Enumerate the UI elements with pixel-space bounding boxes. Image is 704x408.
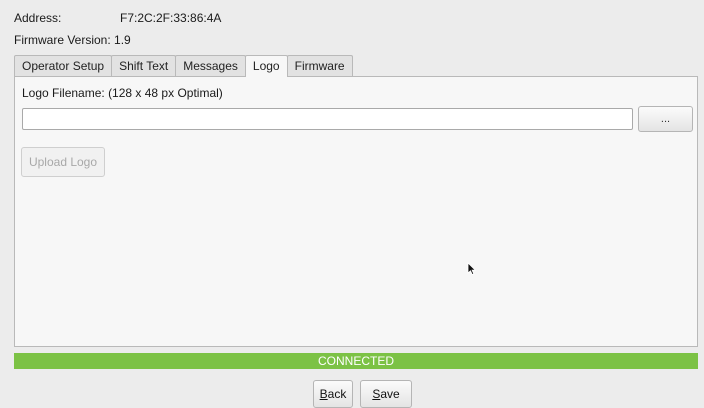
firmware-version-label: Firmware Version: <box>14 33 111 47</box>
firmware-version-value: 1.9 <box>114 33 131 47</box>
tab-bar: Operator Setup Shift Text Messages Logo … <box>14 55 353 77</box>
address-value: F7:2C:2F:33:86:4A <box>120 11 222 25</box>
browse-button[interactable]: ... <box>638 106 693 132</box>
logo-filename-label-row: Logo Filename: (128 x 48 px Optimal) <box>22 85 223 101</box>
firmware-version-row: Firmware Version: 1.9 <box>14 32 131 48</box>
tab-shift-text[interactable]: Shift Text <box>111 55 177 76</box>
arrow-pointer-icon <box>467 262 477 276</box>
upload-logo-button[interactable]: Upload Logo <box>21 147 105 177</box>
address-row: Address: F7:2C:2F:33:86:4A <box>14 10 221 26</box>
save-label-rest: ave <box>380 387 400 401</box>
tab-firmware[interactable]: Firmware <box>286 55 353 76</box>
logo-filename-input[interactable] <box>22 108 633 130</box>
tab-logo[interactable]: Logo <box>244 55 288 77</box>
logo-size-hint: (128 x 48 px Optimal) <box>108 86 223 100</box>
logo-tab-panel: Logo Filename: (128 x 48 px Optimal) ...… <box>14 76 698 347</box>
back-button[interactable]: Back <box>313 380 353 408</box>
address-label: Address: <box>14 11 62 25</box>
tab-messages[interactable]: Messages <box>175 55 246 76</box>
connection-status-bar: CONNECTED <box>14 353 698 369</box>
tab-operator-setup[interactable]: Operator Setup <box>14 55 113 76</box>
back-mnemonic: B <box>319 387 328 401</box>
save-button[interactable]: Save <box>360 380 412 408</box>
logo-filename-label: Logo Filename: <box>22 86 105 100</box>
back-label-rest: ack <box>327 387 347 401</box>
